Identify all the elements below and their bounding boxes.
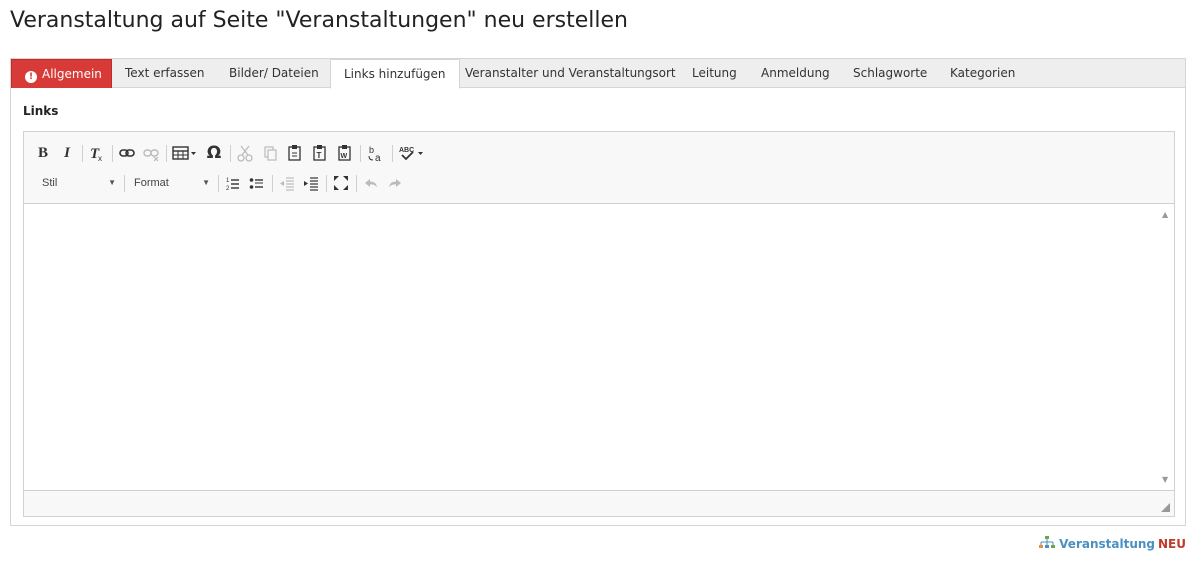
cut-icon[interactable] — [235, 140, 255, 166]
tab-leitung[interactable]: Leitung — [679, 59, 750, 88]
paste-word-icon[interactable]: W — [335, 140, 355, 166]
style-combo[interactable]: Stil ▼ — [42, 170, 120, 196]
numbered-list-icon[interactable]: 12 — [223, 170, 243, 196]
svg-text:b: b — [369, 145, 374, 155]
paste-icon[interactable] — [285, 140, 305, 166]
unlink-icon[interactable] — [142, 140, 160, 166]
tab-kategorien[interactable]: Kategorien — [937, 59, 1028, 88]
tab-label: Kategorien — [950, 66, 1016, 80]
tab-links-hinzufuegen[interactable]: Links hinzufügen — [330, 59, 460, 89]
svg-text:x: x — [98, 154, 102, 163]
editor-content-area[interactable] — [24, 204, 1174, 490]
svg-text:1: 1 — [226, 178, 230, 184]
tab-label: Bilder/ Dateien — [229, 66, 319, 80]
rich-text-editor: B I Tx Ω T W b a ABC Stil ▼ Format ▼ 1 2… — [23, 131, 1175, 517]
editor-scrollbar[interactable]: ▲ ▼ — [1158, 204, 1174, 490]
sitemap-icon — [1039, 536, 1056, 550]
svg-text:W: W — [341, 153, 348, 160]
edit-panel: ! Allgemein Text erfassen Bilder/ Dateien… — [10, 58, 1186, 526]
toolbar-separator — [230, 145, 231, 162]
tab-text-erfassen[interactable]: Text erfassen — [112, 59, 217, 88]
svg-text:a: a — [375, 153, 381, 164]
special-char-icon[interactable]: Ω — [204, 140, 224, 166]
maximize-icon[interactable] — [331, 170, 351, 196]
new-badge: NEU — [1158, 537, 1186, 551]
bold-icon[interactable]: B — [34, 140, 52, 166]
toolbar-separator — [326, 175, 327, 192]
undo-icon[interactable] — [361, 170, 381, 196]
table-icon[interactable] — [171, 140, 199, 166]
tab-label: Anmeldung — [761, 66, 830, 80]
page-link[interactable]: Veranstaltung NEU — [1039, 536, 1186, 551]
format-combo[interactable]: Format ▼ — [134, 170, 214, 196]
toolbar-separator — [272, 175, 273, 192]
scroll-down-icon[interactable]: ▼ — [1162, 475, 1168, 484]
tab-label: Text erfassen — [125, 66, 205, 80]
tab-schlagworte[interactable]: Schlagworte — [840, 59, 940, 88]
editor-statusbar — [24, 490, 1174, 516]
toolbar-separator — [166, 145, 167, 162]
find-replace-icon[interactable]: ba — [365, 140, 387, 166]
resize-grip-icon[interactable] — [1161, 503, 1170, 512]
toolbar-separator — [218, 175, 219, 192]
page-title: Veranstaltung auf Seite "Veranstaltungen… — [10, 8, 628, 33]
tab-label: Allgemein — [42, 67, 102, 81]
copy-icon[interactable] — [260, 140, 280, 166]
spellcheck-icon[interactable]: ABC — [397, 140, 427, 166]
tab-label: Links hinzufügen — [344, 67, 446, 81]
tab-allgemein[interactable]: ! Allgemein — [11, 59, 112, 88]
tab-veranstalter[interactable]: Veranstalter und Veranstaltungsort — [452, 59, 689, 88]
chevron-down-icon: ▼ — [202, 178, 210, 187]
tab-label: Schlagworte — [853, 66, 928, 80]
outdent-icon[interactable] — [277, 170, 297, 196]
svg-text:T: T — [317, 151, 322, 160]
tab-bar: ! Allgemein Text erfassen Bilder/ Dateien… — [11, 59, 1185, 89]
remove-format-icon[interactable]: Tx — [87, 140, 107, 166]
scroll-up-icon[interactable]: ▲ — [1162, 210, 1168, 219]
style-combo-label: Stil — [42, 177, 58, 189]
chevron-down-icon: ▼ — [108, 178, 116, 187]
link-icon[interactable] — [118, 140, 136, 166]
tab-anmeldung[interactable]: Anmeldung — [748, 59, 843, 88]
editor-toolbar: B I Tx Ω T W b a ABC Stil ▼ Format ▼ 1 2 — [24, 132, 1174, 204]
redo-icon[interactable] — [385, 170, 405, 196]
toolbar-separator — [82, 145, 83, 162]
toolbar-separator — [360, 145, 361, 162]
indent-icon[interactable] — [301, 170, 321, 196]
italic-icon[interactable]: I — [58, 140, 76, 166]
tab-label: Veranstalter und Veranstaltungsort — [465, 66, 676, 80]
page-link-name: Veranstaltung — [1059, 537, 1156, 551]
tab-bilder-dateien[interactable]: Bilder/ Dateien — [216, 59, 332, 88]
toolbar-separator — [112, 145, 113, 162]
format-combo-label: Format — [134, 177, 169, 189]
toolbar-separator — [356, 175, 357, 192]
svg-text:2: 2 — [226, 186, 230, 192]
paste-text-icon[interactable]: T — [310, 140, 330, 166]
toolbar-separator — [124, 175, 125, 192]
tab-label: Leitung — [692, 66, 737, 80]
bulleted-list-icon[interactable] — [247, 170, 267, 196]
error-icon: ! — [25, 71, 37, 83]
section-label: Links — [23, 104, 59, 118]
toolbar-separator — [392, 145, 393, 162]
